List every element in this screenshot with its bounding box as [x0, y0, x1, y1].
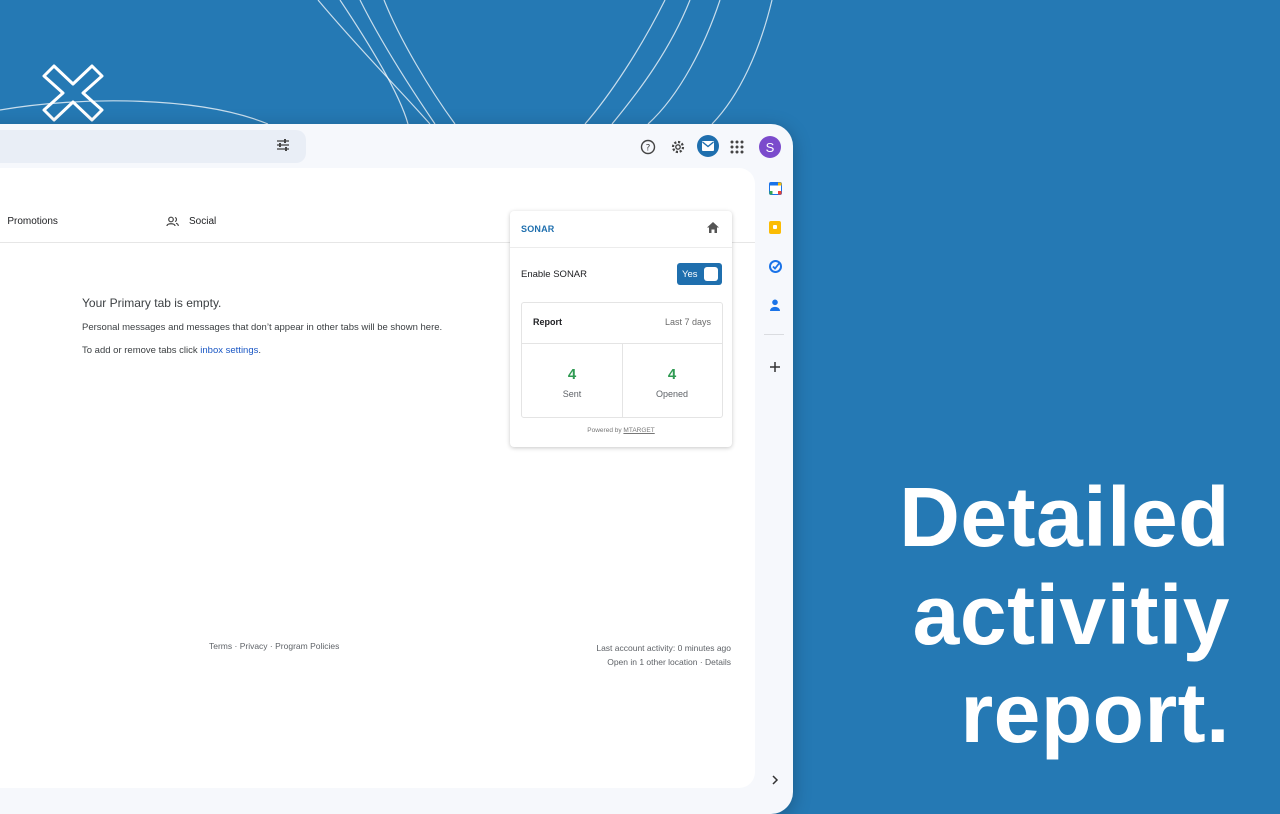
rail-divider	[764, 334, 784, 335]
headline: Detailed activitiy report.	[770, 468, 1230, 762]
mtarget-link[interactable]: MTARGET	[623, 427, 654, 434]
calendar-icon[interactable]	[767, 180, 783, 196]
headline-line-3: report.	[960, 666, 1230, 760]
add-addon-icon[interactable]	[767, 359, 783, 375]
account-avatar[interactable]: S	[759, 136, 781, 158]
search-bar[interactable]	[0, 130, 306, 163]
report-title: Report	[533, 317, 562, 327]
opened-stat: 4 Opened	[622, 344, 722, 417]
people-icon	[166, 216, 179, 227]
sonar-popup-header: SONAR	[510, 211, 732, 248]
headline-line-1: Detailed	[899, 470, 1230, 564]
settings-prefix: To add or remove tabs click	[82, 345, 201, 356]
other-locations[interactable]: Open in 1 other location · Details	[596, 655, 731, 669]
report-card: Report Last 7 days 4 Sent 4 Opened	[521, 302, 723, 418]
opened-value: 4	[667, 366, 677, 383]
tasks-icon[interactable]	[767, 258, 783, 274]
settings-gear-icon[interactable]	[665, 134, 691, 160]
sent-stat: 4 Sent	[522, 344, 622, 417]
browser-window: ? S › Promotions Social	[0, 124, 793, 814]
enable-sonar-label: Enable SONAR	[521, 269, 588, 280]
help-icon[interactable]: ?	[635, 134, 661, 160]
toggle-knob	[704, 267, 718, 281]
toggle-label: Yes	[682, 268, 698, 280]
tab-social[interactable]: Social	[166, 216, 216, 227]
opened-label: Opened	[655, 389, 689, 399]
footer-activity: Last account activity: 0 minutes ago Ope…	[596, 641, 731, 669]
empty-state: Your Primary tab is empty. Personal mess…	[82, 296, 442, 368]
keep-notes-icon[interactable]	[767, 219, 783, 235]
empty-title: Your Primary tab is empty.	[82, 296, 222, 310]
home-icon[interactable]	[706, 221, 720, 234]
tab-promotions[interactable]: › Promotions	[0, 216, 58, 227]
apps-grid-icon[interactable]	[724, 134, 750, 160]
tab-promotions-label: Promotions	[7, 216, 58, 227]
contacts-icon[interactable]	[767, 297, 783, 313]
enable-sonar-toggle[interactable]: Yes	[677, 263, 722, 285]
powered-by: Powered by MTARGET	[510, 427, 732, 434]
sonar-mail-icon	[702, 141, 714, 151]
tab-social-label: Social	[189, 216, 217, 227]
x-logo-icon	[42, 64, 104, 122]
empty-settings-line: To add or remove tabs click inbox settin…	[82, 345, 442, 356]
sent-value: 4	[567, 366, 577, 383]
svg-text:?: ?	[646, 144, 651, 154]
settings-suffix: .	[258, 345, 262, 356]
sonar-brand: SONAR	[521, 224, 555, 234]
inbox-settings-link[interactable]: inbox settings	[200, 345, 258, 356]
empty-message: Personal messages and messages that don’…	[82, 322, 443, 333]
sent-label: Sent	[562, 389, 582, 399]
report-header: Report Last 7 days	[522, 303, 722, 344]
powered-prefix: Powered by	[587, 427, 624, 434]
footer-links[interactable]: Terms · Privacy · Program Policies	[209, 641, 339, 651]
last-activity: Last account activity: 0 minutes ago	[596, 643, 731, 653]
inbox-panel: › Promotions Social Your Primary tab is …	[0, 168, 755, 788]
sonar-popup: SONAR Enable SONAR Yes Report Last 7 day…	[510, 211, 732, 447]
search-options-icon[interactable]	[276, 138, 290, 152]
expand-panel-icon[interactable]	[767, 772, 783, 788]
headline-line-2: activitiy	[912, 568, 1230, 662]
report-range: Last 7 days	[664, 317, 711, 327]
sonar-extension-button[interactable]	[697, 135, 719, 157]
